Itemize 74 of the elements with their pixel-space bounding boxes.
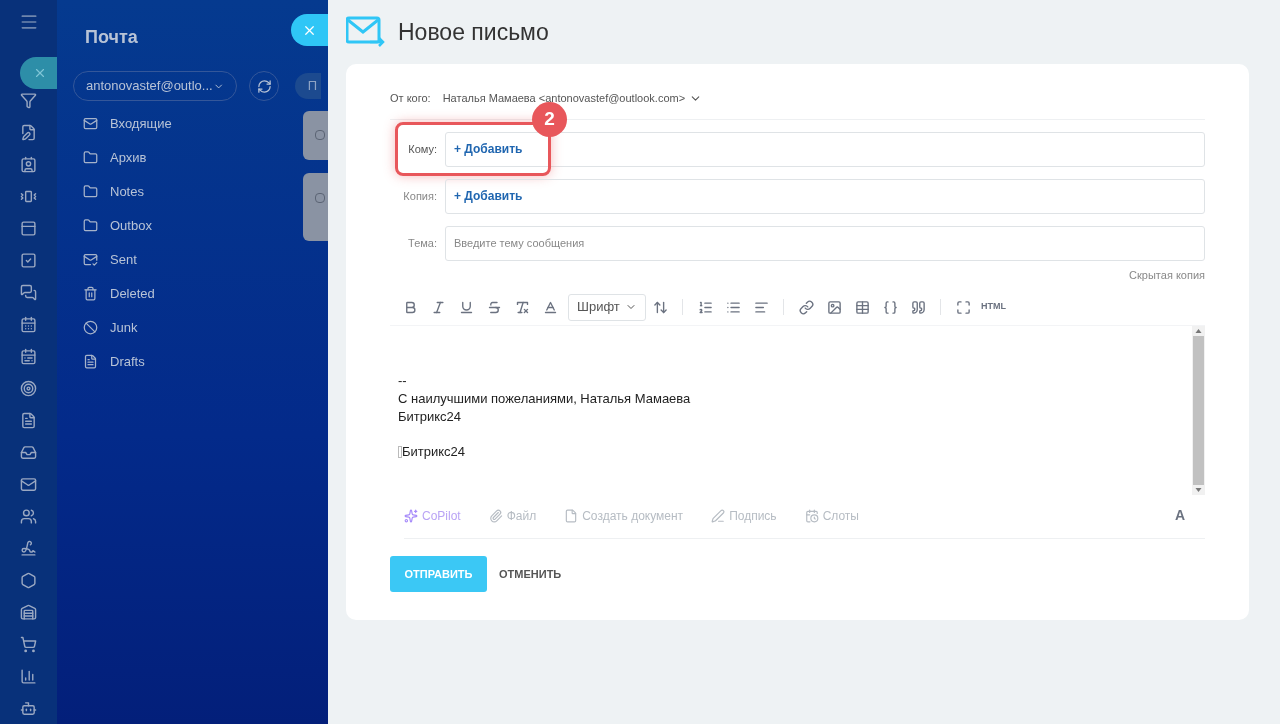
document-icon bbox=[83, 354, 98, 369]
calendar-icon bbox=[804, 508, 819, 523]
signature-line: Битрикс24 bbox=[398, 408, 463, 426]
folder-item[interactable]: Outbox bbox=[83, 215, 152, 236]
add-recipient-link[interactable]: + Добавить bbox=[454, 187, 523, 205]
warehouse-icon[interactable] bbox=[20, 604, 37, 621]
pen-icon bbox=[711, 508, 726, 523]
pen-document-icon[interactable] bbox=[20, 124, 37, 141]
html-button[interactable]: HTML bbox=[977, 300, 1010, 314]
envelope-icon bbox=[83, 116, 98, 131]
checkbox[interactable] bbox=[315, 130, 325, 140]
field-label: Тема: bbox=[407, 235, 438, 251]
folder-item[interactable]: Notes bbox=[83, 181, 144, 202]
cancel-button[interactable]: ОТМЕНИТЬ bbox=[499, 565, 562, 583]
document-icon bbox=[564, 508, 579, 523]
broken-image-icon bbox=[398, 446, 402, 458]
close-button[interactable] bbox=[291, 14, 328, 46]
folder-item[interactable]: Входящие bbox=[83, 113, 172, 134]
folder-item[interactable]: Junk bbox=[83, 317, 138, 338]
scroll-down-icon[interactable] bbox=[1195, 485, 1202, 495]
step-badge: 2 bbox=[532, 101, 567, 137]
checkbox[interactable] bbox=[315, 193, 325, 203]
trash-icon bbox=[83, 286, 98, 301]
calendar-icon[interactable] bbox=[20, 316, 37, 333]
checkbox-icon[interactable] bbox=[20, 252, 37, 269]
calendar-list-icon[interactable] bbox=[20, 348, 37, 365]
robot-icon[interactable] bbox=[20, 700, 37, 717]
cart-icon[interactable] bbox=[20, 636, 37, 653]
envelope-check-icon bbox=[83, 252, 98, 267]
inbox-tray-icon[interactable] bbox=[20, 444, 37, 461]
folder-item[interactable]: Drafts bbox=[83, 351, 145, 372]
scrollbar[interactable] bbox=[1192, 326, 1205, 495]
bar-chart-icon[interactable] bbox=[20, 668, 37, 685]
people-icon[interactable] bbox=[20, 508, 37, 525]
refresh-icon bbox=[256, 78, 272, 94]
document-icon[interactable] bbox=[20, 412, 37, 429]
add-recipient-link[interactable]: + Добавить bbox=[454, 140, 523, 158]
image-alt-text: Битрикс24 bbox=[402, 443, 466, 461]
vibrate-icon[interactable] bbox=[20, 188, 37, 205]
filter-icon[interactable] bbox=[20, 92, 37, 109]
scroll-up-icon[interactable] bbox=[1195, 326, 1202, 336]
folder-icon bbox=[83, 150, 98, 165]
ban-icon bbox=[83, 320, 98, 335]
panel-icon[interactable] bbox=[20, 220, 37, 237]
signature-icon[interactable] bbox=[20, 540, 37, 557]
recipient-field[interactable]: + Добавить bbox=[445, 178, 1205, 214]
envelope-icon[interactable] bbox=[20, 476, 37, 493]
recipient-field[interactable]: + Добавить bbox=[445, 131, 1205, 167]
bcc-link[interactable]: Скрытая копия bbox=[1129, 266, 1205, 283]
format-toggle[interactable]: A bbox=[1174, 505, 1185, 526]
paperclip-icon bbox=[488, 508, 503, 523]
field-label: Кому: bbox=[407, 141, 438, 157]
folder-item[interactable]: Deleted bbox=[83, 283, 155, 304]
folder-icon bbox=[83, 184, 98, 199]
sparkle-icon bbox=[404, 508, 418, 523]
folder-item[interactable]: Sent bbox=[83, 249, 137, 270]
chat-icon[interactable] bbox=[20, 284, 37, 301]
signature-line: С наилучшими пожеланиями, Наталья Мамаева bbox=[398, 390, 692, 408]
envelope-arrow-icon bbox=[346, 16, 386, 48]
compose-title: Новое письмо bbox=[398, 17, 549, 47]
folder-item[interactable]: Архив bbox=[83, 147, 147, 168]
target-icon[interactable] bbox=[20, 380, 37, 397]
panel-title: Почта bbox=[85, 26, 138, 49]
list-button[interactable]: П bbox=[295, 73, 321, 99]
field-label: Копия: bbox=[402, 188, 438, 204]
font-select[interactable]: Шрифт bbox=[568, 293, 646, 321]
folder-icon bbox=[83, 218, 98, 233]
close-icon bbox=[33, 66, 47, 80]
editor-area[interactable]: -- С наилучшими пожеланиями, Наталья Мамаева Битрикс24 Битрикс24 bbox=[390, 325, 1205, 495]
signature-line: -- bbox=[398, 372, 408, 390]
subject-field[interactable]: Введите тему сообщения bbox=[445, 225, 1205, 261]
contact-card-icon[interactable] bbox=[20, 156, 37, 173]
hexagon-icon[interactable] bbox=[20, 572, 37, 589]
from-label: От кого: bbox=[390, 91, 431, 106]
